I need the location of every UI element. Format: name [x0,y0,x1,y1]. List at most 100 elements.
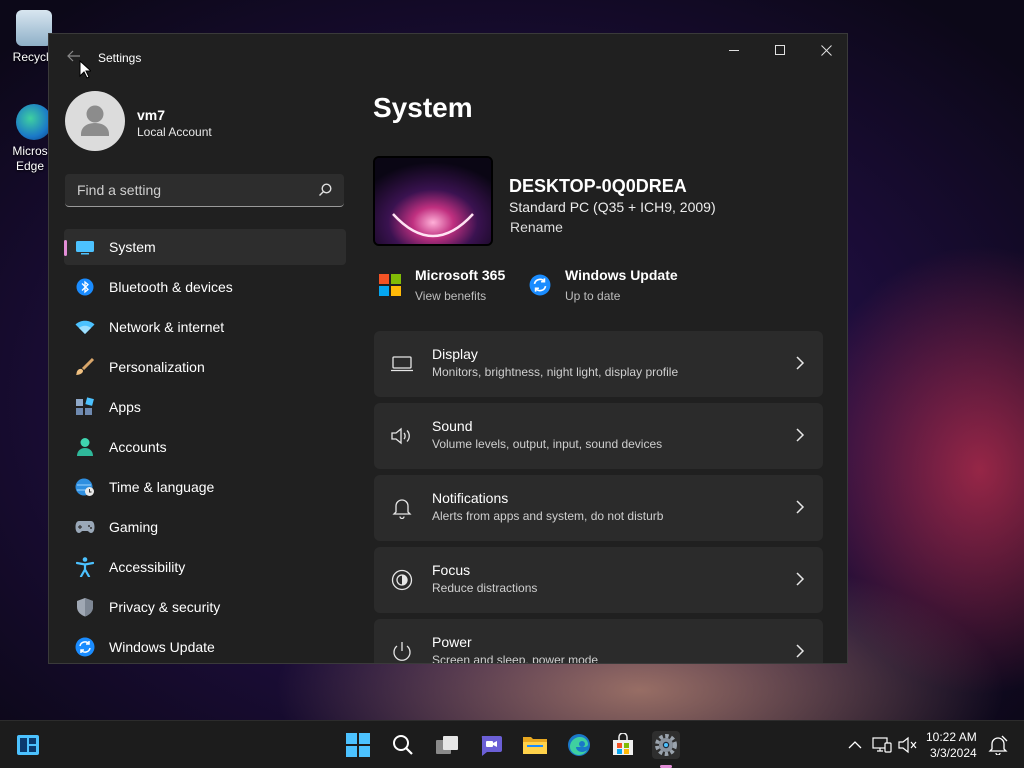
card-title: Sound [432,418,473,434]
sidebar-item-accounts[interactable]: Accounts [64,429,346,465]
show-hidden-icons-button[interactable] [841,731,869,759]
volume-button[interactable] [894,731,922,759]
selection-indicator [64,240,67,256]
clock[interactable]: 10:22 AM 3/3/2024 [926,729,977,761]
clock-date: 3/3/2024 [929,746,977,760]
folder-icon [523,737,547,754]
focus-icon [390,568,414,592]
card-title: Focus [432,562,471,578]
controller-icon [75,517,95,537]
card-focus[interactable]: Focus Reduce distractions [374,547,823,613]
accessibility-icon [75,557,95,577]
chat-icon [481,736,502,756]
search-input[interactable] [75,181,309,199]
system-icon [75,237,95,257]
store-icon [613,733,633,755]
edge-icon [16,104,52,140]
window-title: Settings [98,51,142,65]
sidebar-item-privacy-security[interactable]: Privacy & security [64,589,346,625]
taskbar: 10:22 AM 3/3/2024 [0,720,1024,768]
globe-clock-icon [75,477,95,497]
sidebar-item-label: Bluetooth & devices [109,279,233,295]
sidebar-item-label: Personalization [109,359,205,375]
search-box[interactable] [65,174,344,207]
sidebar-item-windows-update[interactable]: Windows Update [64,629,346,663]
edge-button[interactable] [565,731,593,759]
notification-bell-icon [988,735,1008,755]
file-explorer-button[interactable] [521,731,549,759]
microsoft-365-tile[interactable]: Microsoft 365 View benefits [379,266,519,306]
start-button[interactable] [344,731,372,759]
close-button[interactable] [803,34,847,66]
bluetooth-icon [75,277,95,297]
sidebar-item-bluetooth[interactable]: Bluetooth & devices [64,269,346,305]
chevron-right-icon [796,428,805,442]
search-button[interactable] [389,731,417,759]
sidebar-item-label: Time & language [109,479,215,495]
card-title: Notifications [432,490,509,506]
task-view-button[interactable] [433,731,461,759]
profile-account-type: Local Account [137,125,212,139]
profile-name: vm7 [137,107,166,123]
sidebar-item-time-language[interactable]: Time & language [64,469,346,505]
display-icon [390,352,414,376]
card-subtitle: Alerts from apps and system, do not dist… [432,509,664,523]
minimize-button[interactable] [711,34,757,66]
sidebar-item-gaming[interactable]: Gaming [64,509,346,545]
sidebar-item-label: Windows Update [109,639,215,655]
apps-icon [75,397,95,417]
quick-title: Microsoft 365 [415,267,506,283]
card-title: Display [432,346,478,362]
settings-taskbar-button[interactable] [652,731,680,759]
edge-icon [568,734,590,756]
sidebar-item-label: Privacy & security [109,599,221,615]
desktop-icon-label: Micros Edge [12,144,48,173]
speaker-icon [390,424,414,448]
sidebar-item-label: Network & internet [109,319,225,335]
search-icon [393,735,413,755]
store-button[interactable] [609,731,637,759]
card-notifications[interactable]: Notifications Alerts from apps and syste… [374,475,823,541]
bell-icon [390,496,414,520]
chevron-right-icon [796,644,805,658]
sidebar-item-personalization[interactable]: Personalization [64,349,346,385]
sidebar-item-label: Accounts [109,439,167,455]
sidebar-item-label: Apps [109,399,141,415]
chat-button[interactable] [477,731,505,759]
widgets-button[interactable] [14,731,42,759]
card-power[interactable]: Power Screen and sleep, power mode [374,619,823,663]
brush-icon [75,357,95,377]
sidebar-item-apps[interactable]: Apps [64,389,346,425]
page-title: System [373,92,473,123]
quick-subtitle: View benefits [415,289,487,303]
windows-update-tile[interactable]: Windows Update Up to date [529,266,689,306]
title-bar: Settings [49,34,847,82]
gear-icon [655,734,677,756]
avatar[interactable] [65,91,125,151]
sidebar-item-system[interactable]: System [64,229,346,265]
sidebar-item-label: Gaming [109,519,159,535]
device-name: DESKTOP-0Q0DREA [509,176,687,196]
update-icon [529,274,551,296]
search-icon[interactable] [318,183,332,197]
card-display[interactable]: Display Monitors, brightness, night ligh… [374,331,823,397]
person-icon [75,437,95,457]
maximize-button[interactable] [757,34,803,66]
chevron-right-icon [796,356,805,370]
task-view-icon [436,736,458,754]
sidebar-item-accessibility[interactable]: Accessibility [64,549,346,585]
speaker-muted-icon [898,736,917,754]
windows-logo-icon [346,733,370,757]
network-status-button[interactable] [868,731,896,759]
sidebar-item-network[interactable]: Network & internet [64,309,346,345]
notification-center-button[interactable] [984,731,1012,759]
device-wallpaper-thumbnail [373,156,493,246]
chevron-right-icon [796,500,805,514]
close-icon [820,44,832,56]
rename-link[interactable]: Rename [510,219,563,235]
mouse-cursor-icon [79,60,91,79]
card-sound[interactable]: Sound Volume levels, output, input, soun… [374,403,823,469]
minimize-icon [729,50,739,51]
wifi-icon [75,317,95,337]
quick-subtitle: Up to date [565,289,621,303]
